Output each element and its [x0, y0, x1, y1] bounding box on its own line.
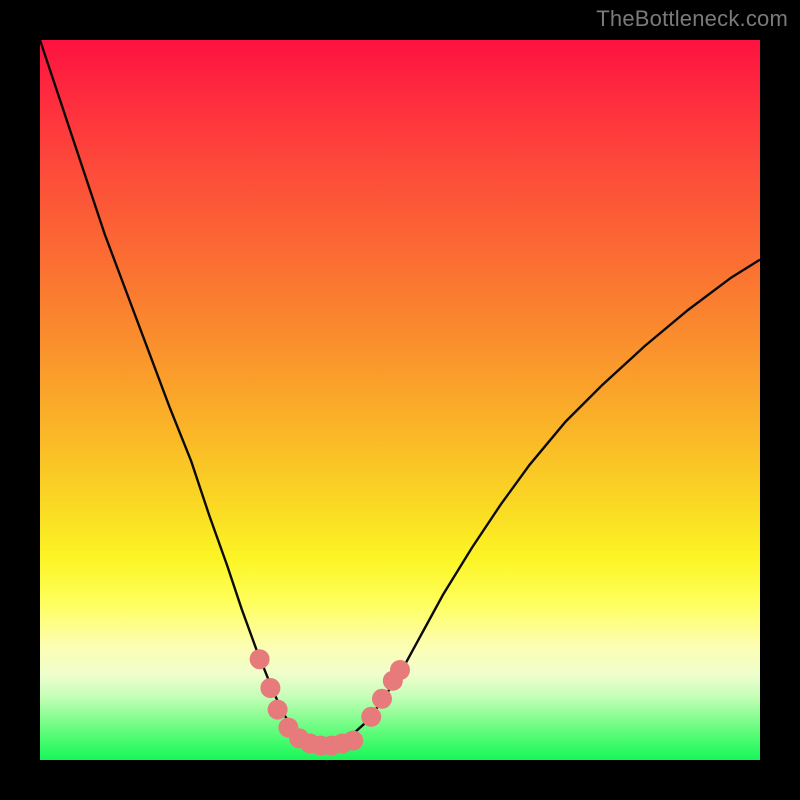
highlight-markers [250, 649, 410, 755]
chart-overlay [40, 40, 760, 760]
highlight-marker [268, 700, 288, 720]
bottleneck-curve [40, 40, 760, 746]
highlight-marker [390, 660, 410, 680]
highlight-marker [361, 707, 381, 727]
highlight-marker [250, 649, 270, 669]
highlight-marker [372, 689, 392, 709]
watermark-text: TheBottleneck.com [596, 6, 788, 32]
highlight-marker [260, 678, 280, 698]
highlight-marker [343, 731, 363, 751]
chart-frame: TheBottleneck.com [0, 0, 800, 800]
